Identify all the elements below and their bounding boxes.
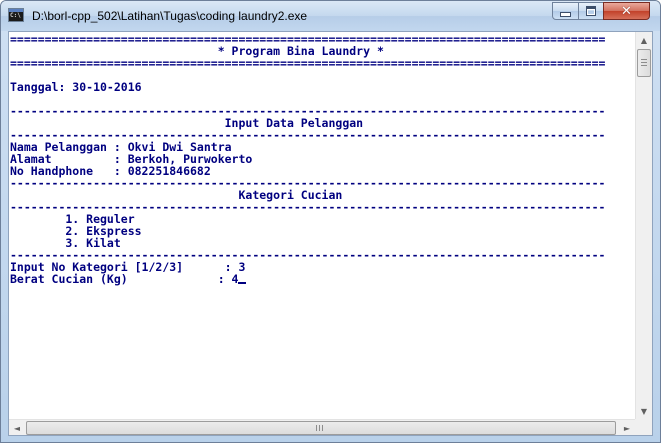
maximize-icon: [586, 6, 596, 16]
close-button[interactable]: ✕: [603, 2, 650, 20]
console-output[interactable]: ========================================…: [9, 32, 635, 419]
grip-icon: [641, 59, 647, 66]
vertical-scrollbar[interactable]: ▲ ▼: [635, 32, 652, 419]
console-line: Berat Cucian (Kg) : 4: [10, 272, 239, 286]
horizontal-scroll-thumb[interactable]: [26, 421, 616, 435]
grip-icon: [316, 425, 323, 431]
horizontal-scrollbar[interactable]: ◄ ►: [9, 419, 635, 435]
console-client-area: ========================================…: [8, 31, 653, 436]
console-text: ========================================…: [10, 33, 605, 285]
minimize-icon: [560, 11, 571, 17]
minimize-button[interactable]: [552, 2, 579, 20]
scroll-left-arrow-icon[interactable]: ◄: [9, 420, 25, 435]
scroll-down-arrow-icon[interactable]: ▼: [636, 403, 652, 419]
console-app-icon[interactable]: [8, 8, 24, 22]
console-line: Tanggal: 30-10-2016: [10, 80, 142, 94]
scroll-right-arrow-icon[interactable]: ►: [619, 420, 635, 435]
maximize-button[interactable]: [578, 2, 604, 20]
title-bar[interactable]: D:\borl-cpp_502\Latihan\Tugas\coding lau…: [1, 1, 660, 31]
scrollbar-corner: [635, 419, 652, 435]
console-line: ========================================…: [10, 56, 606, 70]
close-icon: ✕: [621, 3, 632, 19]
scroll-up-arrow-icon[interactable]: ▲: [636, 32, 652, 48]
window-title: D:\borl-cpp_502\Latihan\Tugas\coding lau…: [32, 9, 308, 23]
text-cursor: [238, 282, 247, 284]
vertical-scroll-thumb[interactable]: [637, 49, 651, 77]
console-window: D:\borl-cpp_502\Latihan\Tugas\coding lau…: [0, 0, 661, 443]
